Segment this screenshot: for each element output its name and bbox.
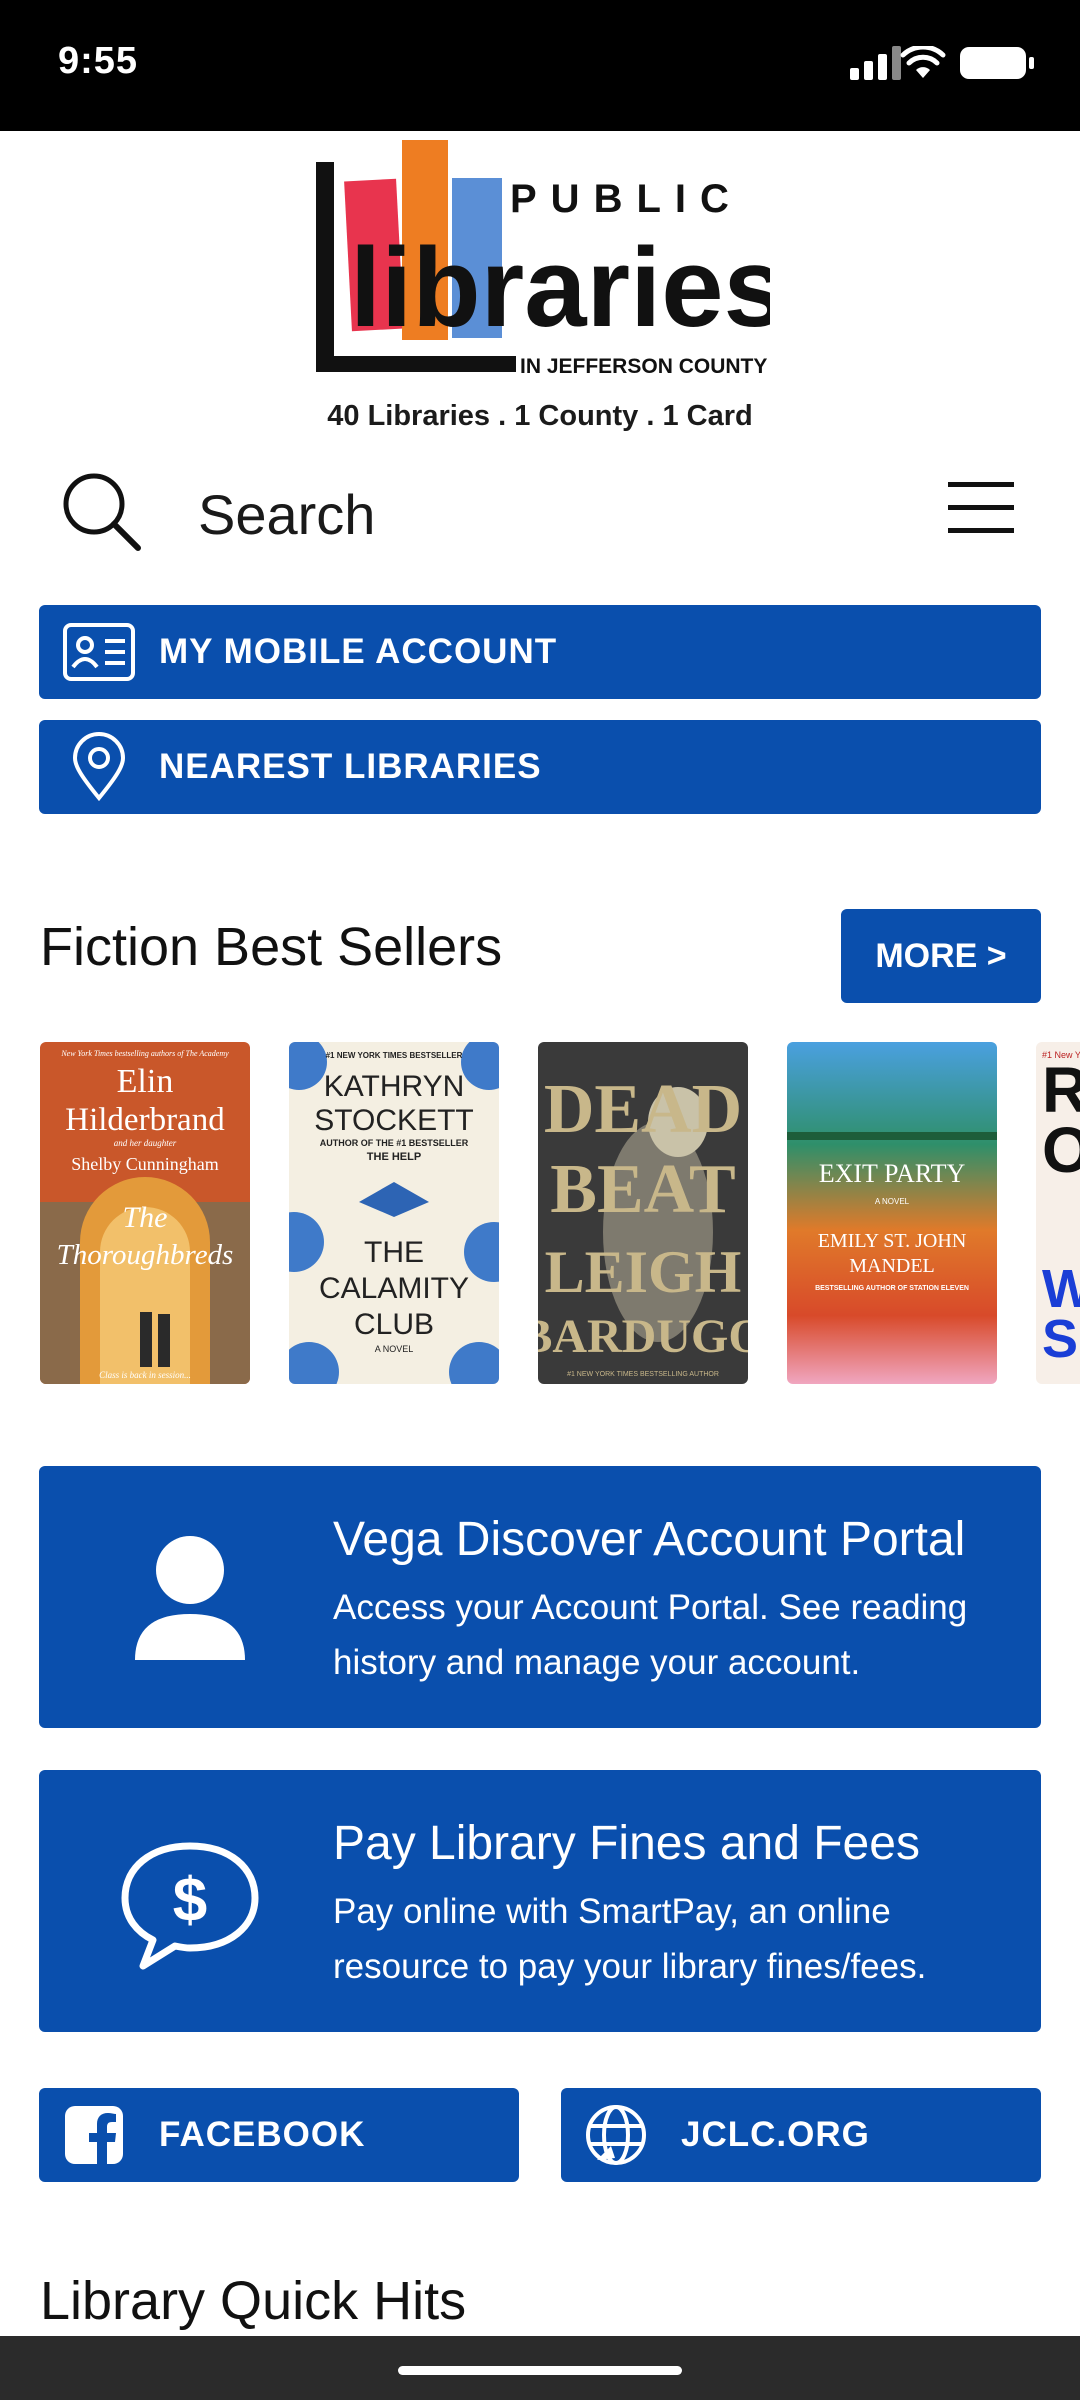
- svg-text:Elin: Elin: [117, 1063, 174, 1100]
- svg-text:and her daughter: and her daughter: [114, 1138, 177, 1148]
- svg-text:THE: THE: [364, 1236, 424, 1269]
- svg-text:A NOVEL: A NOVEL: [375, 1344, 414, 1354]
- fiction-best-sellers-title: Fiction Best Sellers: [40, 917, 503, 977]
- hamburger-menu-icon[interactable]: [948, 480, 1014, 536]
- svg-text:DEAD: DEAD: [544, 1071, 742, 1148]
- svg-text:EMILY ST. JOHN: EMILY ST. JOHN: [818, 1230, 967, 1252]
- facebook-button[interactable]: FACEBOOK: [39, 2088, 519, 2182]
- book-cover[interactable]: DEAD BEAT LEIGH BARDUGO #1 NEW YORK TIME…: [538, 1042, 748, 1384]
- svg-text:KATHRYN: KATHRYN: [324, 1070, 465, 1103]
- svg-text:CALAMITY: CALAMITY: [319, 1272, 469, 1305]
- user-icon: [135, 1536, 245, 1660]
- svg-text:LEIGH: LEIGH: [545, 1239, 742, 1305]
- home-bar: [0, 2336, 1080, 2400]
- svg-text:Hilderbrand: Hilderbrand: [65, 1102, 225, 1138]
- svg-text:CLUB: CLUB: [354, 1308, 434, 1341]
- book-cover[interactable]: New York Times bestselling authors of Th…: [40, 1042, 250, 1384]
- signal-icon: [850, 46, 901, 80]
- card-description: Access your Account Portal. See reading …: [333, 1588, 968, 1682]
- svg-text:BARDUGO: BARDUGO: [538, 1310, 748, 1363]
- logo-libraries-text: libraries: [350, 225, 770, 350]
- card-description: Pay online with SmartPay, an online reso…: [333, 1892, 927, 1986]
- status-time: 9:55: [58, 40, 139, 82]
- svg-text:EXIT PARTY: EXIT PARTY: [819, 1159, 966, 1188]
- battery-icon: [960, 47, 1034, 79]
- svg-text:MANDEL: MANDEL: [849, 1255, 935, 1277]
- pay-fines-card[interactable]: $ Pay Library Fines and Fees Pay online …: [39, 1770, 1041, 2032]
- facebook-icon: [65, 2106, 123, 2164]
- my-mobile-account-label: MY MOBILE ACCOUNT: [159, 632, 558, 671]
- nearest-libraries-label: NEAREST LIBRARIES: [159, 747, 542, 786]
- status-bar: 9:55: [0, 0, 1080, 131]
- globe-icon: [586, 2105, 646, 2165]
- svg-text:A NOVEL: A NOVEL: [875, 1197, 910, 1206]
- logo-public-text: PUBLIC: [510, 177, 743, 221]
- svg-text:The: The: [123, 1201, 168, 1234]
- svg-text:AUTHOR OF THE #1 BESTSELLER: AUTHOR OF THE #1 BESTSELLER: [320, 1138, 469, 1148]
- search-bar[interactable]: Search: [0, 460, 1080, 560]
- svg-text:BESTSELLING AUTHOR OF STATION: BESTSELLING AUTHOR OF STATION ELEVEN: [815, 1285, 969, 1292]
- home-indicator[interactable]: [398, 2366, 682, 2375]
- book-cover[interactable]: #1 New York Ri O W SI: [1036, 1042, 1080, 1384]
- svg-text:#1 NEW YORK TIMES BESTSELLING: #1 NEW YORK TIMES BESTSELLING AUTHOR: [567, 1371, 719, 1378]
- more-button[interactable]: MORE >: [841, 909, 1041, 1003]
- svg-text:Thoroughbreds: Thoroughbreds: [57, 1239, 234, 1271]
- my-mobile-account-button[interactable]: MY MOBILE ACCOUNT: [39, 605, 1041, 699]
- search-icon[interactable]: [60, 470, 144, 554]
- search-input[interactable]: Search: [198, 482, 375, 547]
- svg-text:STOCKETT: STOCKETT: [314, 1104, 473, 1137]
- dollar-chat-icon: $: [121, 1842, 259, 1970]
- svg-text:New York Times bestselling aut: New York Times bestselling authors of Th…: [60, 1049, 229, 1058]
- library-quick-hits-title: Library Quick Hits: [40, 2271, 467, 2331]
- library-logo: PUBLIC libraries IN JEFFERSON COUNTY: [310, 140, 786, 440]
- id-card-icon: [63, 623, 135, 681]
- svg-text:O: O: [1042, 1114, 1080, 1186]
- svg-text:BEAT: BEAT: [550, 1151, 735, 1228]
- vega-account-portal-card[interactable]: Vega Discover Account Portal Access your…: [39, 1466, 1041, 1728]
- nearest-libraries-button[interactable]: NEAREST LIBRARIES: [39, 720, 1041, 814]
- jclc-label: JCLC.ORG: [681, 2115, 870, 2154]
- jclc-website-button[interactable]: JCLC.ORG: [561, 2088, 1041, 2182]
- location-pin-icon: [72, 732, 126, 802]
- logo-subtitle: IN JEFFERSON COUNTY: [520, 355, 767, 378]
- wifi-icon: [900, 46, 946, 78]
- logo-tagline: 40 Libraries . 1 County . 1 Card: [327, 400, 753, 432]
- svg-text:SI: SI: [1042, 1309, 1080, 1369]
- card-title: Vega Discover Account Portal: [333, 1513, 966, 1566]
- svg-text:#1 NEW YORK TIMES BESTSELLER: #1 NEW YORK TIMES BESTSELLER: [326, 1051, 463, 1060]
- svg-text:THE HELP: THE HELP: [367, 1151, 421, 1163]
- card-title: Pay Library Fines and Fees: [333, 1817, 920, 1870]
- facebook-label: FACEBOOK: [159, 2115, 366, 2154]
- book-carousel[interactable]: New York Times bestselling authors of Th…: [0, 1042, 1080, 1387]
- svg-text:Class is back in session...: Class is back in session...: [99, 1370, 191, 1380]
- svg-text:Shelby Cunningham: Shelby Cunningham: [71, 1154, 219, 1174]
- svg-text:$: $: [173, 1866, 207, 1935]
- book-cover[interactable]: #1 NEW YORK TIMES BESTSELLER KATHRYN STO…: [289, 1042, 499, 1384]
- book-cover[interactable]: EXIT PARTY A NOVEL EMILY ST. JOHN MANDEL…: [787, 1042, 997, 1384]
